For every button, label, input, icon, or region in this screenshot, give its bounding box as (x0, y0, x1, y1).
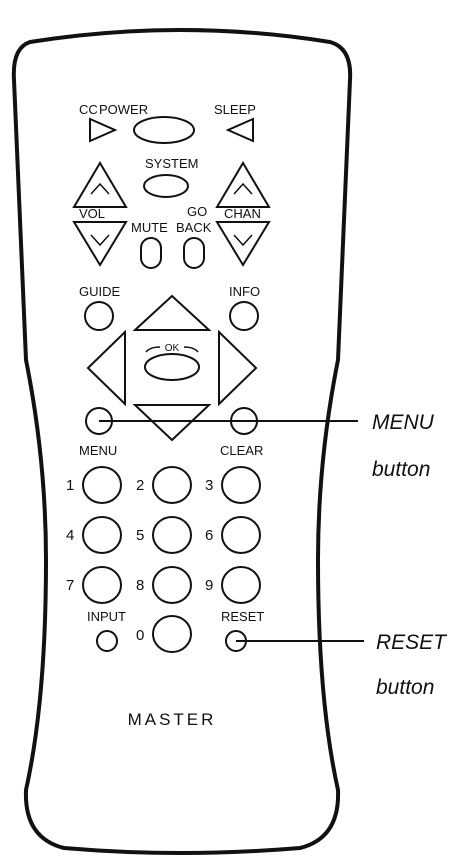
digit-5-label: 5 (136, 527, 144, 544)
go-back-button[interactable] (183, 237, 205, 269)
digit-2-label: 2 (136, 477, 144, 494)
system-label: SYSTEM (145, 156, 198, 171)
menu-callout-title: MENU (372, 411, 435, 434)
info-button[interactable] (229, 301, 259, 331)
guide-button[interactable] (84, 301, 114, 331)
guide-label: GUIDE (79, 284, 121, 299)
digit-7-button[interactable] (82, 566, 122, 604)
system-button[interactable] (143, 174, 189, 198)
digit-3-label: 3 (205, 477, 213, 494)
power-label: POWER (99, 102, 148, 117)
digit-9-button[interactable] (221, 566, 261, 604)
clear-label: CLEAR (220, 443, 263, 458)
digit-5-button[interactable] (152, 516, 192, 554)
mute-label: MUTE (131, 220, 168, 235)
menu-callout-subtitle: button (372, 458, 430, 481)
digit-3-button[interactable] (221, 466, 261, 504)
digit-0-label: 0 (136, 627, 144, 644)
ok-label: OK (165, 343, 180, 354)
cc-label: CC (79, 102, 98, 117)
digit-9-label: 9 (205, 577, 213, 594)
vol-label: VOL (79, 206, 105, 221)
mute-button[interactable] (140, 237, 162, 269)
input-button[interactable] (96, 630, 118, 652)
back-label: BACK (176, 220, 212, 235)
go-label: GO (187, 204, 207, 219)
remote-body (11, 28, 353, 855)
ok-button[interactable] (144, 353, 200, 381)
digit-4-label: 4 (66, 527, 74, 544)
remote-diagram: CC POWER SLEEP SYSTEM VOL GO BACK MUTE C… (11, 28, 448, 855)
info-label: INFO (229, 284, 260, 299)
digit-6-label: 6 (205, 527, 213, 544)
chan-label: CHAN (224, 206, 261, 221)
input-label: INPUT (87, 609, 126, 624)
digit-8-button[interactable] (152, 566, 192, 604)
reset-callout-title: RESET (376, 631, 448, 654)
digit-2-button[interactable] (152, 466, 192, 504)
digit-0-button[interactable] (152, 615, 192, 653)
digit-7-label: 7 (66, 577, 74, 594)
digit-4-button[interactable] (82, 516, 122, 554)
reset-callout-subtitle: button (376, 676, 434, 699)
sleep-label: SLEEP (214, 102, 256, 117)
digit-1-label: 1 (66, 477, 74, 494)
digit-8-label: 8 (136, 577, 144, 594)
digit-6-button[interactable] (221, 516, 261, 554)
power-button[interactable] (133, 116, 195, 144)
menu-label: MENU (79, 443, 117, 458)
reset-label: RESET (221, 609, 264, 624)
digit-1-button[interactable] (82, 466, 122, 504)
brand-label: MASTER (128, 710, 217, 729)
